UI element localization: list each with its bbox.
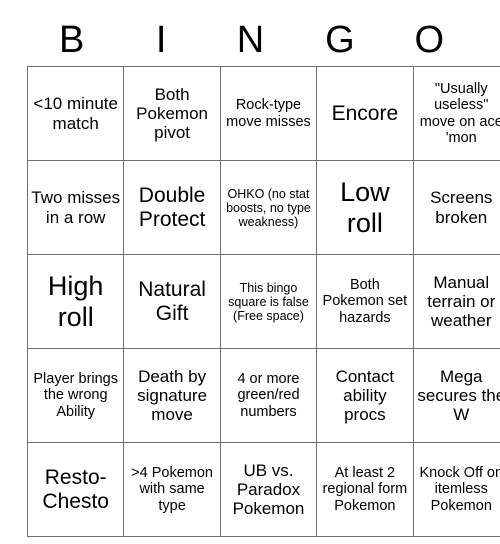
bingo-cell[interactable]: "Usually useless" move on ace 'mon xyxy=(412,66,500,161)
bingo-cell[interactable]: Low roll xyxy=(316,160,414,255)
bingo-cell-label: Two misses in a row xyxy=(31,188,121,227)
bingo-cell[interactable]: Screens broken xyxy=(412,160,500,255)
bingo-cell[interactable]: <10 minute match xyxy=(26,66,125,161)
bingo-cell-label: Natural Gift xyxy=(138,277,206,325)
bingo-cell-label: At least 2 regional form Pokemon xyxy=(322,465,408,514)
bingo-cell[interactable]: Natural Gift xyxy=(123,254,221,349)
bingo-cell[interactable]: OHKO (no stat boosts, no type weakness) xyxy=(219,160,318,255)
bingo-cell-label: Knock Off on itemless Pokemon xyxy=(419,465,500,514)
bingo-cell-label: Manual terrain or weather xyxy=(427,272,496,331)
bingo-cell-label: Double Protect xyxy=(138,183,206,231)
bingo-cell-label: Resto-Chesto xyxy=(42,465,109,513)
bingo-row: Resto-Chesto >4 Pokemon with same type U… xyxy=(26,442,500,537)
bingo-cell[interactable]: Mega secures the W xyxy=(412,348,500,443)
bingo-cell[interactable]: Contact ability procs xyxy=(316,348,414,443)
bingo-cell[interactable]: Rock-type move misses xyxy=(219,66,318,161)
bingo-cell-label: Contact ability procs xyxy=(335,366,395,425)
bingo-row: <10 minute match Both Pokemon pivot Rock… xyxy=(26,66,500,161)
bingo-cell-label: OHKO (no stat boosts, no type weakness) xyxy=(226,186,311,229)
bingo-cell[interactable]: Two misses in a row xyxy=(26,160,125,255)
bingo-header: B I N G O xyxy=(27,14,474,66)
bingo-cell-label: Both Pokemon set hazards xyxy=(322,277,408,326)
bingo-cell[interactable]: Double Protect xyxy=(123,160,221,255)
bingo-cell-label: Low roll xyxy=(340,177,390,238)
bingo-cell[interactable]: Encore xyxy=(316,66,414,161)
bingo-cell-free-space[interactable]: This bingo square is false (Free space) xyxy=(219,254,318,349)
bingo-cell-label: Encore xyxy=(331,101,399,125)
bingo-cell-label: >4 Pokemon with same type xyxy=(131,465,213,514)
bingo-cell[interactable]: Resto-Chesto xyxy=(26,442,125,537)
bingo-cell[interactable]: At least 2 regional form Pokemon xyxy=(316,442,414,537)
bingo-cell[interactable]: Player brings the wrong Ability xyxy=(26,348,125,443)
bingo-card: B I N G O <10 minute match Both Pokemon … xyxy=(26,14,500,537)
bingo-row: High roll Natural Gift This bingo square… xyxy=(26,254,500,349)
bingo-cell[interactable]: Knock Off on itemless Pokemon xyxy=(412,442,500,537)
bingo-row: Two misses in a row Double Protect OHKO … xyxy=(26,160,500,255)
header-letter-o: O xyxy=(414,19,445,61)
bingo-cell-label: Player brings the wrong Ability xyxy=(33,371,118,420)
bingo-grid: <10 minute match Both Pokemon pivot Rock… xyxy=(26,66,500,537)
bingo-cell-label: Mega secures the W xyxy=(417,366,500,425)
bingo-cell-label: High roll xyxy=(47,271,104,332)
bingo-cell-label: Death by signature move xyxy=(137,366,208,425)
bingo-cell-label: Both Pokemon pivot xyxy=(136,84,208,143)
header-letter-b: B xyxy=(59,19,85,61)
bingo-cell[interactable]: 4 or more green/red numbers xyxy=(219,348,318,443)
bingo-cell-label: Screens broken xyxy=(430,188,493,227)
bingo-cell[interactable]: UB vs. Paradox Pokemon xyxy=(219,442,318,537)
bingo-row: Player brings the wrong Ability Death by… xyxy=(26,348,500,443)
bingo-cell-label: 4 or more green/red numbers xyxy=(237,371,300,420)
bingo-cell-label: "Usually useless" move on ace 'mon xyxy=(419,81,500,146)
header-letter-n: N xyxy=(236,19,265,61)
bingo-cell-label: This bingo square is false (Free space) xyxy=(228,280,309,323)
header-letter-i: I xyxy=(155,19,167,61)
bingo-cell-label: Rock-type move misses xyxy=(226,97,311,130)
bingo-cell-label: <10 minute match xyxy=(33,94,118,133)
bingo-cell[interactable]: Death by signature move xyxy=(123,348,221,443)
bingo-cell[interactable]: Both Pokemon set hazards xyxy=(316,254,414,349)
header-letter-g: G xyxy=(325,19,355,61)
bingo-cell[interactable]: Both Pokemon pivot xyxy=(123,66,221,161)
bingo-cell[interactable]: Manual terrain or weather xyxy=(412,254,500,349)
bingo-cell[interactable]: High roll xyxy=(26,254,125,349)
bingo-cell[interactable]: >4 Pokemon with same type xyxy=(123,442,221,537)
bingo-cell-label: UB vs. Paradox Pokemon xyxy=(232,460,305,519)
